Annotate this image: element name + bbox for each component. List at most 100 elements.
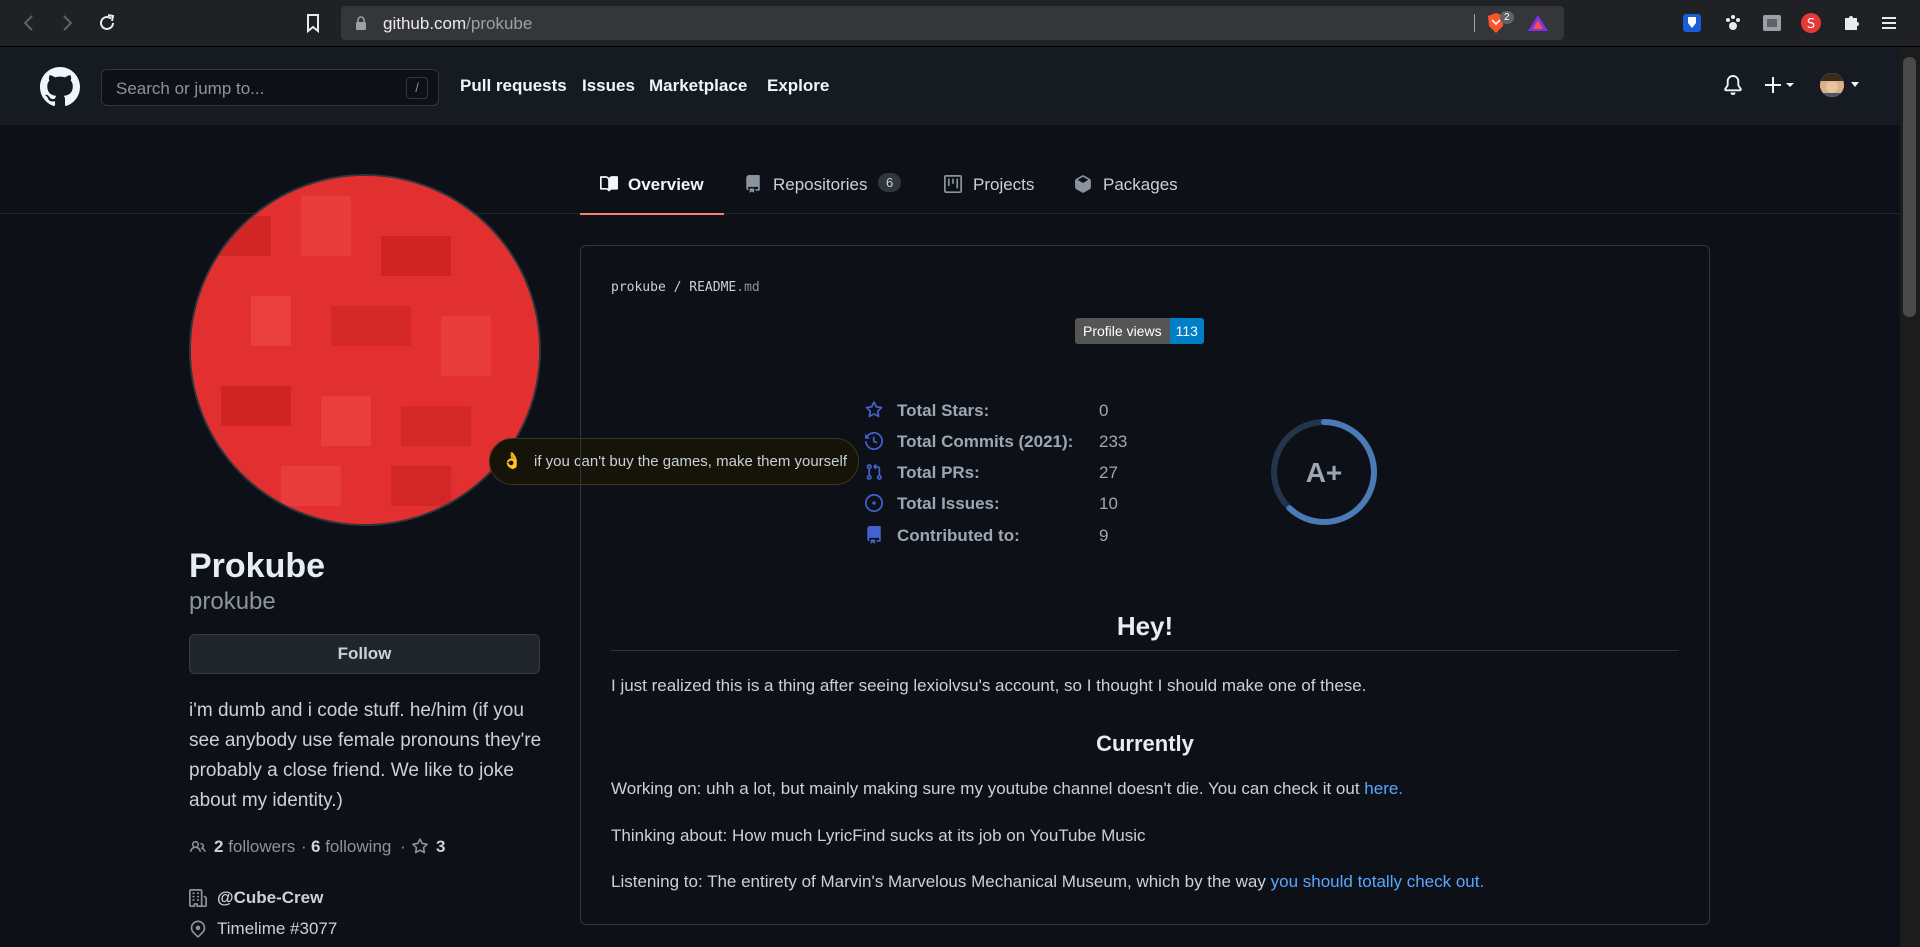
stat-label: Contributed to: — [897, 526, 1020, 545]
followers-link[interactable]: 2 followers — [214, 837, 295, 857]
brave-shields-icon[interactable]: 2 — [1486, 11, 1514, 34]
people-icon — [189, 839, 207, 855]
scrollbar-thumb[interactable] — [1903, 57, 1916, 317]
bookmark-icon[interactable] — [302, 12, 324, 34]
project-board-icon — [944, 175, 962, 193]
stat-label: Total Commits (2021): — [897, 432, 1074, 451]
svg-text:S: S — [1807, 17, 1815, 32]
search-placeholder: Search or jump to... — [116, 79, 265, 98]
search-input[interactable]: Search or jump to... / — [101, 69, 439, 106]
paw-extension-icon[interactable] — [1722, 12, 1744, 34]
follow-button[interactable]: Follow — [189, 634, 540, 674]
profile-readme: prokube / README.md Profile views 113 To… — [580, 245, 1710, 925]
tab-repositories[interactable]: Repositories 6 — [744, 172, 910, 214]
menu-icon[interactable] — [1880, 12, 1898, 34]
working-on-text: Working on: uhh a lot, but mainly making… — [611, 779, 1365, 798]
organization-link[interactable]: @Cube-Crew — [217, 888, 323, 908]
readme-owner-link[interactable]: prokube — [611, 280, 666, 295]
tab-projects-label: Projects — [973, 175, 1035, 194]
lock-icon — [355, 16, 367, 30]
following-link[interactable]: 6 following — [311, 837, 391, 857]
readme-heading-hey: Hey! — [611, 611, 1679, 651]
issue-icon — [865, 494, 883, 512]
readme-heading-currently: Currently — [1096, 731, 1194, 756]
grade-ring: A+ — [1268, 416, 1380, 528]
url-text: github.com/prokube — [383, 14, 533, 33]
stat-label: Total Stars: — [897, 401, 990, 420]
location-pin-icon — [189, 920, 207, 938]
stat-label: Total Issues: — [897, 494, 1000, 513]
profile-avatar[interactable] — [189, 174, 541, 526]
history-icon — [865, 432, 883, 450]
stars-count[interactable]: 3 — [436, 837, 445, 857]
reload-icon[interactable] — [96, 12, 118, 34]
bitwarden-extension-icon[interactable] — [1681, 12, 1703, 34]
followers-label: followers — [228, 837, 296, 856]
user-menu-chevron-down-icon[interactable] — [1850, 81, 1860, 89]
grade-text: A+ — [1306, 457, 1343, 488]
profile-username: prokube — [189, 588, 276, 615]
github-logo-icon[interactable] — [40, 67, 80, 107]
pull-request-icon — [865, 463, 883, 481]
profile-views-count: 113 — [1169, 318, 1204, 344]
repo-icon — [744, 175, 762, 193]
tab-repositories-label: Repositories — [773, 175, 868, 194]
search-shortcut-key: / — [406, 77, 428, 99]
repositories-count-badge: 6 — [878, 173, 902, 192]
readme-file-name[interactable]: README.md — [689, 280, 759, 295]
nav-explore[interactable]: Explore — [767, 76, 829, 96]
page-scrollbar[interactable] — [1900, 47, 1920, 947]
album-link[interactable]: you should totally check out. — [1271, 872, 1485, 891]
shields-count-badge: 2 — [1500, 11, 1514, 24]
profile-full-name: Prokube — [189, 547, 326, 585]
organization-icon — [189, 889, 207, 907]
nav-marketplace[interactable]: Marketplace — [649, 76, 747, 96]
book-icon — [599, 175, 619, 193]
package-icon — [1074, 175, 1092, 193]
s-extension-icon[interactable]: S — [1800, 12, 1822, 34]
nav-pull-requests[interactable]: Pull requests — [460, 76, 567, 96]
location-text: Timelime #3077 — [217, 919, 338, 938]
forward-icon[interactable] — [56, 12, 78, 34]
readme-path: prokube / README.md — [611, 280, 760, 295]
profile-views-badge[interactable]: Profile views 113 — [1075, 318, 1204, 344]
ok-hand-emoji: 👌 — [502, 453, 522, 470]
youtube-channel-link[interactable]: here. — [1364, 779, 1403, 798]
tab-overview-label: Overview — [628, 175, 704, 194]
brave-rewards-icon[interactable] — [1527, 14, 1549, 32]
user-avatar-small[interactable] — [1820, 73, 1844, 97]
tab-projects[interactable]: Projects — [944, 172, 1044, 214]
nav-issues[interactable]: Issues — [582, 76, 635, 96]
path-separator: / — [673, 280, 682, 295]
following-label: following — [325, 837, 392, 856]
active-tab-underline — [580, 213, 724, 215]
bell-icon[interactable] — [1723, 75, 1743, 95]
stat-label: Total PRs: — [897, 463, 980, 482]
tab-packages-label: Packages — [1103, 175, 1178, 194]
extensions-puzzle-icon[interactable] — [1841, 12, 1863, 34]
github-header: Search or jump to... / Pull requests Iss… — [0, 47, 1900, 125]
stat-value: 0 — [1099, 401, 1109, 420]
followers-count: 2 — [214, 837, 224, 856]
stat-value: 233 — [1099, 432, 1128, 451]
url-divider — [1474, 14, 1475, 32]
browser-toolbar: github.com/prokube 2 S — [0, 0, 1920, 47]
repo-icon — [865, 526, 883, 544]
star-icon — [865, 401, 883, 419]
back-icon[interactable] — [18, 12, 40, 34]
tab-packages[interactable]: Packages — [1074, 172, 1184, 214]
dot-separator: · — [301, 837, 307, 856]
screenshot-extension-icon[interactable] — [1761, 12, 1783, 34]
address-bar[interactable]: github.com/prokube 2 — [341, 6, 1564, 40]
star-icon — [411, 838, 429, 855]
readme-thinking-about: Thinking about: How much LyricFind sucks… — [611, 826, 1146, 845]
readme-listening-to: Listening to: The entirety of Marvin's M… — [611, 872, 1484, 892]
stat-value: 9 — [1099, 526, 1109, 545]
stat-value: 27 — [1099, 463, 1118, 482]
dot-separator-2: · — [400, 837, 406, 856]
tab-overview[interactable]: Overview — [580, 172, 724, 215]
profile-bio: i'm dumb and i code stuff. he/him (if yo… — [189, 700, 542, 811]
create-new-plus-icon[interactable] — [1764, 75, 1798, 95]
stat-value: 10 — [1099, 494, 1118, 513]
readme-intro: I just realized this is a thing after se… — [611, 676, 1367, 695]
